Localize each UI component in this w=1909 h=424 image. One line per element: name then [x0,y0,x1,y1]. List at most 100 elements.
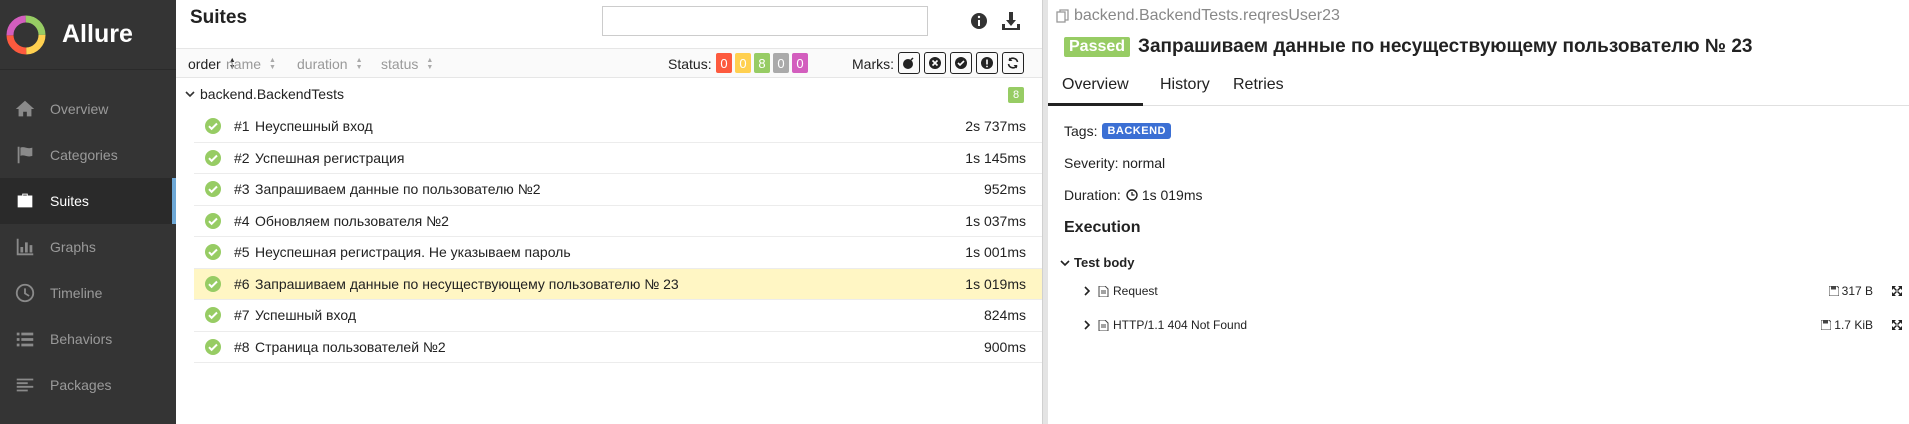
tags-line: Tags: BACKEND [1064,123,1171,139]
page-title: Suites [190,7,248,28]
duration-line: Duration: 1s 019ms [1064,187,1203,203]
suite-group-count-badge: 8 [1008,87,1024,103]
bar-chart-icon [14,236,36,258]
test-row-selected[interactable]: #6 Запрашиваем данные по несуществующему… [194,268,1042,300]
test-duration: 900ms [983,338,1026,355]
test-detail-panel: backend.BackendTests.reqresUser23 Passed… [1048,0,1909,424]
sidebar: Allure Overview Categories Suites Graphs… [0,0,176,424]
list-icon [14,328,36,350]
test-row[interactable]: #1 Неуспешный вход 2s 737ms [194,111,1042,143]
breadcrumb[interactable]: backend.BackendTests.reqresUser23 [1056,7,1340,25]
file-text-icon [1098,319,1109,331]
sidebar-item-suites[interactable]: Suites [0,178,176,224]
home-icon [14,98,36,120]
new-failed-mark-toggle[interactable] [924,52,946,74]
save-icon [1821,320,1832,330]
chevron-right-icon [1084,320,1091,330]
test-number: #8 [234,338,250,355]
sidebar-item-label: Overview [50,101,109,117]
retries-mark-toggle[interactable] [1002,52,1024,74]
step-title: Test body [1074,255,1135,270]
brand[interactable]: Allure [0,0,176,70]
test-duration: 2s 737ms [965,118,1026,135]
attachment-name: HTTP/1.1 404 Not Found [1113,318,1248,332]
test-row[interactable]: #3 Запрашиваем данные по пользователю №2… [194,174,1042,206]
search-input[interactable] [602,6,928,36]
sidebar-item-categories[interactable]: Categories [0,132,176,178]
test-name: Неуспешный вход [255,118,373,135]
exclamation-circle-icon [981,57,993,69]
test-body-step[interactable]: Test body [1060,255,1134,270]
passed-check-icon [205,244,221,261]
test-number: #1 [234,118,250,135]
status-broken-toggle[interactable]: 0 [735,53,751,73]
sidebar-item-packages[interactable]: Packages [0,362,176,408]
new-broken-mark-toggle[interactable] [976,52,998,74]
test-title: Запрашиваем данные по несуществующему по… [1138,36,1753,57]
execution-heading: Execution [1064,219,1141,236]
test-row[interactable]: #4 Обновляем пользователя №2 1s 037ms [194,206,1042,237]
sidebar-item-label: Suites [50,193,89,209]
test-row[interactable]: #5 Неуспешная регистрация. Не указываем … [194,237,1042,269]
flaky-mark-toggle[interactable] [898,52,920,74]
passed-check-icon [205,212,221,229]
check-circle-icon [955,57,967,69]
suite-group-row[interactable]: backend.BackendTests 8 [176,80,1042,110]
sidebar-item-label: Graphs [50,239,96,255]
attachment-size-value: 317 B [1841,284,1873,298]
status-failed-toggle[interactable]: 0 [716,53,732,73]
attachment-row[interactable]: Request 317 B [1082,281,1909,301]
test-number: #2 [234,149,250,166]
status-unknown-toggle[interactable]: 0 [792,53,808,73]
sidebar-item-label: Categories [50,147,118,163]
sidebar-item-overview[interactable]: Overview [0,86,176,132]
test-duration: 1s 037ms [965,212,1026,229]
sort-label: duration [297,56,348,72]
refresh-icon [1007,57,1019,69]
sort-by-status[interactable]: status ▲ ▼ [381,56,433,72]
test-number: #3 [234,181,250,198]
new-passed-mark-toggle[interactable] [950,52,972,74]
sort-by-duration[interactable]: duration ▲ ▼ [297,56,363,72]
brand-name: Allure [62,20,133,48]
passed-check-icon [205,338,221,355]
test-row[interactable]: #7 Успешный вход 824ms [194,300,1042,332]
briefcase-icon [14,190,36,212]
test-name: Обновляем пользователя №2 [255,212,449,229]
test-number: #7 [234,307,250,324]
sidebar-item-graphs[interactable]: Graphs [0,224,176,270]
suite-group-name: backend.BackendTests [200,86,344,102]
attachment-name: Request [1113,284,1158,298]
passed-check-icon [205,149,221,166]
bomb-icon [903,57,914,69]
chevron-down-icon [185,91,195,98]
tab-overview[interactable]: Overview [1048,76,1143,106]
test-number: #5 [234,244,250,261]
status-passed-toggle[interactable]: 8 [754,53,770,73]
chevron-right-icon [1084,286,1091,296]
sidebar-nav: Overview Categories Suites Graphs Timeli… [0,86,176,408]
attachment-row[interactable]: HTTP/1.1 404 Not Found 1.7 KiB [1082,315,1909,335]
test-duration: 1s 145ms [965,149,1026,166]
status-skipped-toggle[interactable]: 0 [773,53,789,73]
sidebar-item-behaviors[interactable]: Behaviors [0,316,176,362]
test-row[interactable]: #2 Успешная регистрация 1s 145ms [194,143,1042,174]
test-name: Запрашиваем данные по пользователю №2 [255,181,541,198]
marks-filter-label: Marks: [852,56,894,72]
test-duration: 1s 019ms [965,275,1026,292]
sort-by-name[interactable]: name ▲ ▼ [226,56,276,72]
tab-history[interactable]: History [1146,76,1224,106]
expand-icon[interactable] [1891,285,1903,297]
attachment-size: 317 B [1828,284,1873,298]
test-row[interactable]: #8 Страница пользователей №2 900ms [194,332,1042,363]
info-icon[interactable] [969,11,989,31]
file-text-icon [1098,285,1109,297]
sidebar-item-timeline[interactable]: Timeline [0,270,176,316]
detail-tabs: Overview History Retries [1048,70,1909,106]
passed-check-icon [205,275,221,292]
download-icon[interactable] [1000,11,1022,31]
tab-retries[interactable]: Retries [1219,76,1298,106]
passed-check-icon [205,181,221,198]
expand-icon[interactable] [1891,319,1903,331]
test-name: Страница пользователей №2 [255,338,446,355]
